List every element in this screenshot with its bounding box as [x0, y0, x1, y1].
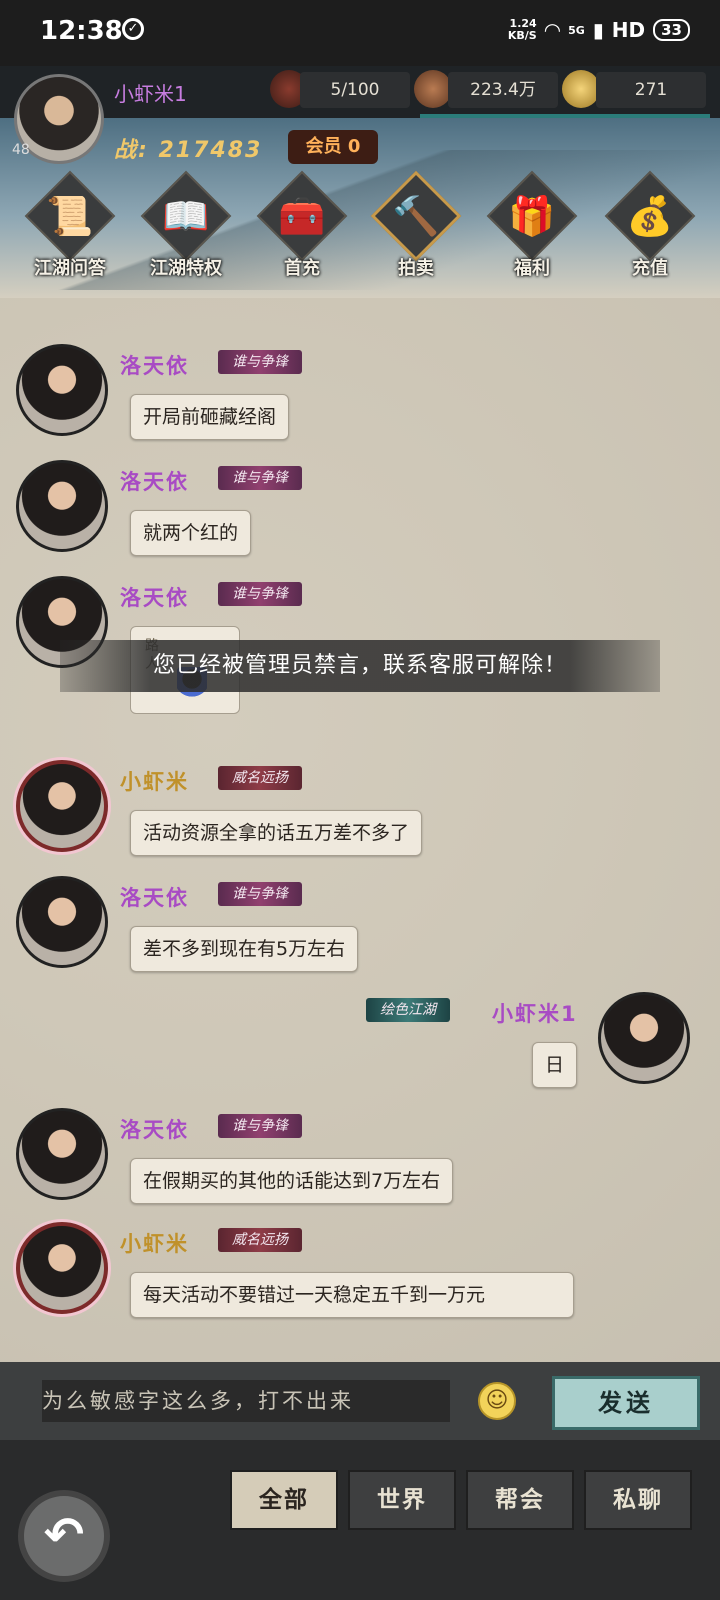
menu-label: 充值	[632, 258, 668, 279]
sender-name: 洛天依	[120, 470, 189, 494]
avatar[interactable]	[16, 876, 108, 968]
avatar[interactable]	[16, 1222, 108, 1314]
menu-jianghu-quiz[interactable]: 📜 江湖问答	[14, 170, 126, 288]
back-arrow-icon: ↶	[43, 1507, 85, 1563]
title-tag: 威名远扬	[218, 766, 302, 790]
combat-power: 战: 217483	[114, 138, 263, 163]
self-avatar[interactable]	[598, 992, 690, 1084]
tab-private[interactable]: 私聊	[584, 1470, 692, 1530]
vip-badge[interactable]: 会员 0	[288, 130, 378, 164]
avatar[interactable]	[16, 460, 108, 552]
message-bubble: 就两个红的	[130, 510, 252, 556]
wifi-icon: ◠	[544, 18, 561, 42]
tab-guild[interactable]: 帮会	[466, 1470, 574, 1530]
message-bubble: 每天活动不要错过一天稳定五千到一万元	[130, 1272, 574, 1318]
menu-welfare[interactable]: 🎁 福利	[476, 170, 588, 288]
gift-basket-icon: 🎁	[508, 194, 556, 238]
scroll-icon: 📜	[46, 194, 94, 238]
network-speed: 1.24 KB/S	[507, 17, 537, 42]
hd-label: HD	[611, 18, 646, 42]
message-bubble: 日	[532, 1042, 578, 1088]
gold-ingot-icon: 💰	[626, 194, 674, 238]
message-bubble: 差不多到现在有5万左右	[130, 926, 359, 972]
chat-input[interactable]: 为么敏感字这么多，打不出来	[42, 1380, 450, 1422]
menu-label: 拍卖	[398, 258, 434, 279]
message-bubble: 在假期买的其他的话能达到7万左右	[130, 1158, 454, 1204]
title-tag: 谁与争锋	[218, 882, 302, 906]
title-tag: 威名远扬	[218, 1228, 302, 1252]
sender-name: 洛天依	[120, 1118, 189, 1142]
sender-name: 小虾米1	[492, 1002, 578, 1026]
menu-label: 福利	[514, 258, 550, 279]
sender-name: 洛天依	[120, 354, 189, 378]
mute-toast: 您已经被管理员禁言，联系客服可解除！	[60, 640, 660, 692]
menu-label: 首充	[284, 258, 320, 279]
menu-jianghu-privilege[interactable]: 📖 江湖特权	[130, 170, 242, 288]
status-indicators: 1.24 KB/S ◠ 5G ▮ HD 33	[508, 18, 690, 42]
menu-first-recharge[interactable]: 🧰 首充	[246, 170, 358, 288]
gold-ingot-icon[interactable]	[562, 70, 600, 108]
resource-stamina: 5/100	[300, 72, 410, 108]
message-bubble: 开局前砸藏经阁	[130, 394, 290, 440]
auction-hammer-icon: 🔨	[392, 194, 440, 238]
header-divider	[420, 114, 710, 118]
book-icon: 📖	[162, 194, 210, 238]
message-bubble: 活动资源全拿的话五万差不多了	[130, 810, 423, 856]
tab-world[interactable]: 世界	[348, 1470, 456, 1530]
network-type: 5G	[568, 23, 585, 37]
avatar[interactable]	[16, 1108, 108, 1200]
player-name: 小虾米1	[114, 82, 187, 106]
sender-name: 小虾米	[120, 770, 189, 794]
tab-all[interactable]: 全部	[230, 1470, 338, 1530]
menu-recharge[interactable]: 💰 充值	[594, 170, 706, 288]
signal-icon: ▮	[592, 18, 604, 42]
title-tag: 绘色江湖	[366, 998, 450, 1022]
back-button[interactable]: ↶	[18, 1490, 110, 1582]
title-tag: 谁与争锋	[218, 350, 302, 374]
sender-name: 洛天依	[120, 886, 189, 910]
avatar[interactable]	[16, 760, 108, 852]
player-level: 48	[12, 142, 30, 158]
title-tag: 谁与争锋	[218, 582, 302, 606]
resource-gold: 271	[596, 72, 706, 108]
sender-name: 小虾米	[120, 1232, 189, 1256]
smiley-icon: ☺	[485, 1388, 509, 1413]
menu-label: 江湖特权	[150, 258, 222, 279]
copper-coin-icon[interactable]	[414, 70, 452, 108]
resource-copper: 223.4万	[448, 72, 558, 108]
emoji-button[interactable]: ☺	[478, 1382, 516, 1420]
avatar[interactable]	[16, 344, 108, 436]
menu-label: 江湖问答	[34, 258, 106, 279]
battery-icon: 33	[653, 19, 690, 41]
title-tag: 谁与争锋	[218, 466, 302, 490]
clock: 12:38	[40, 16, 123, 46]
title-tag: 谁与争锋	[218, 1114, 302, 1138]
send-button[interactable]: 发送	[552, 1376, 700, 1430]
status-bar: 12:38 ✓ 1.24 KB/S ◠ 5G ▮ HD 33	[0, 0, 720, 66]
check-circle-icon: ✓	[122, 18, 144, 40]
menu-auction[interactable]: 🔨 拍卖	[360, 170, 472, 288]
treasure-chest-icon: 🧰	[278, 194, 326, 238]
sender-name: 洛天依	[120, 586, 189, 610]
